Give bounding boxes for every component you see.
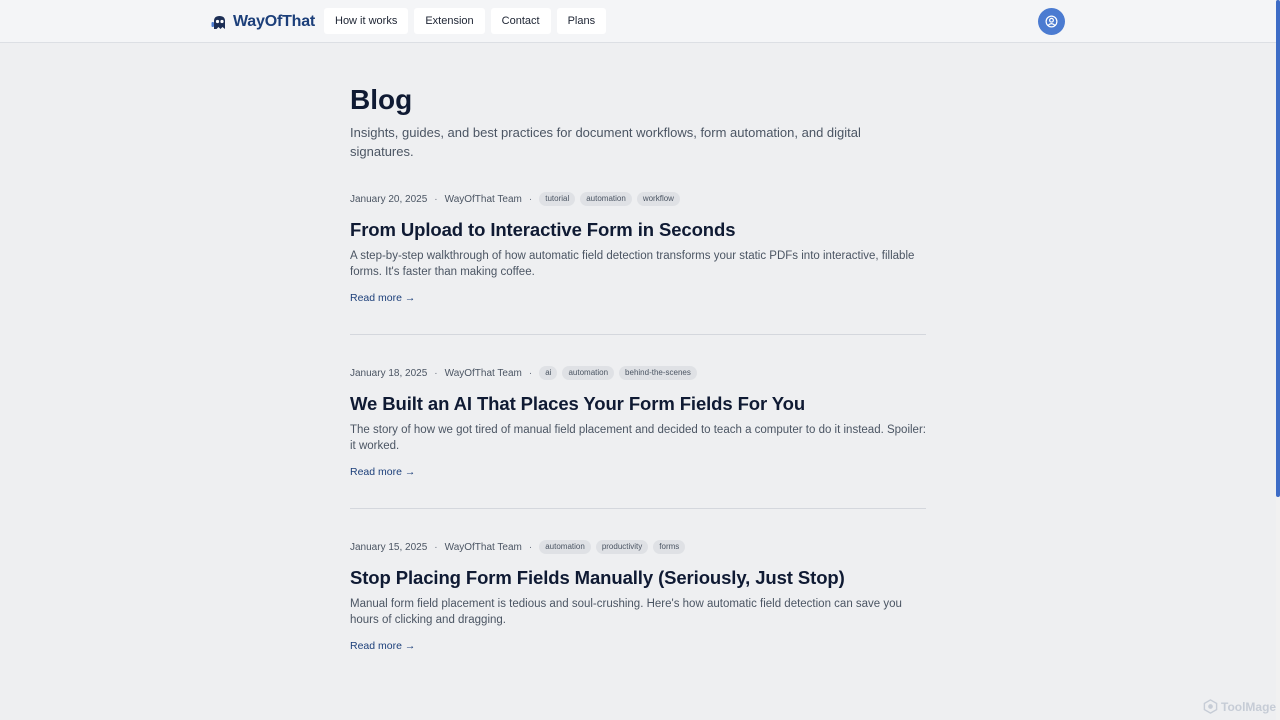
post-excerpt: Manual form field placement is tedious a…: [350, 598, 902, 626]
page-title: Blog: [350, 84, 413, 115]
scrollbar-thumb[interactable]: [1276, 0, 1280, 497]
read-more-link[interactable]: Read more →: [350, 466, 415, 478]
nav-how-it-works[interactable]: How it works: [324, 8, 409, 34]
post-title-link[interactable]: We Built an AI That Places Your Form Fie…: [350, 393, 926, 415]
post-author: WayOfThat Team: [444, 541, 522, 553]
meta-separator: ·: [434, 541, 438, 553]
page-scrollbar[interactable]: [1276, 0, 1280, 720]
post-title-link[interactable]: From Upload to Interactive Form in Secon…: [350, 219, 926, 241]
tag-badge[interactable]: automation: [562, 366, 615, 380]
post-tags: ai automation behind-the-scenes: [539, 366, 697, 380]
post-tags: tutorial automation workflow: [539, 192, 680, 206]
brand-name: WayOfThat: [233, 13, 316, 30]
post-author: WayOfThat Team: [444, 367, 522, 379]
read-more-link[interactable]: Read more →: [350, 640, 415, 652]
watermark-text: ToolMage: [1221, 699, 1277, 714]
tag-badge[interactable]: productivity: [595, 540, 649, 554]
post-title-link[interactable]: Stop Placing Form Fields Manually (Serio…: [350, 567, 926, 589]
post-divider: [350, 508, 926, 509]
blog-post: January 20, 2025 · WayOfThat Team · tuto…: [350, 192, 926, 306]
tag-badge[interactable]: behind-the-scenes: [619, 366, 697, 380]
blog-post: January 18, 2025 · WayOfThat Team · ai a…: [350, 366, 926, 480]
post-author: WayOfThat Team: [444, 193, 522, 205]
user-circle-icon: [1045, 15, 1058, 28]
post-date: January 18, 2025: [350, 367, 428, 379]
meta-separator: ·: [528, 541, 533, 553]
main-nav: How it works Extension Contact Plans: [324, 8, 607, 34]
meta-separator: ·: [528, 367, 533, 379]
page-subtitle: Insights, guides, and best practices for…: [350, 125, 861, 159]
tag-badge[interactable]: ai: [539, 366, 558, 380]
post-tags: automation productivity forms: [539, 540, 686, 554]
post-date: January 15, 2025: [350, 541, 428, 553]
post-excerpt: A step-by-step walkthrough of how automa…: [350, 250, 915, 278]
nav-contact[interactable]: Contact: [490, 8, 551, 34]
watermark-logo-icon: [1203, 699, 1218, 714]
brand-mascot-icon: [211, 15, 225, 29]
nav-extension[interactable]: Extension: [414, 8, 485, 34]
blog-post: January 15, 2025 · WayOfThat Team · auto…: [350, 540, 926, 654]
post-meta: January 15, 2025 · WayOfThat Team · auto…: [350, 540, 926, 554]
meta-separator: ·: [434, 367, 438, 379]
read-more-link[interactable]: Read more →: [350, 292, 415, 304]
watermark: ToolMage: [1203, 699, 1276, 714]
meta-separator: ·: [434, 193, 438, 205]
tag-badge[interactable]: tutorial: [539, 192, 576, 206]
tag-badge[interactable]: automation: [580, 192, 632, 206]
meta-separator: ·: [528, 193, 533, 205]
post-meta: January 20, 2025 · WayOfThat Team · tuto…: [350, 192, 926, 206]
top-navigation-bar: WayOfThat How it works Extension Contact…: [0, 0, 1276, 43]
post-divider: [350, 334, 926, 335]
post-meta: January 18, 2025 · WayOfThat Team · ai a…: [350, 366, 926, 380]
brand-logo[interactable]: WayOfThat: [211, 11, 315, 33]
post-excerpt: The story of how we got tired of manual …: [350, 424, 926, 452]
tag-badge[interactable]: forms: [653, 540, 686, 554]
nav-plans[interactable]: Plans: [556, 8, 607, 34]
tag-badge[interactable]: workflow: [636, 192, 680, 206]
tag-badge[interactable]: automation: [539, 540, 591, 554]
post-date: January 20, 2025: [350, 193, 428, 205]
account-button[interactable]: [1038, 8, 1065, 35]
